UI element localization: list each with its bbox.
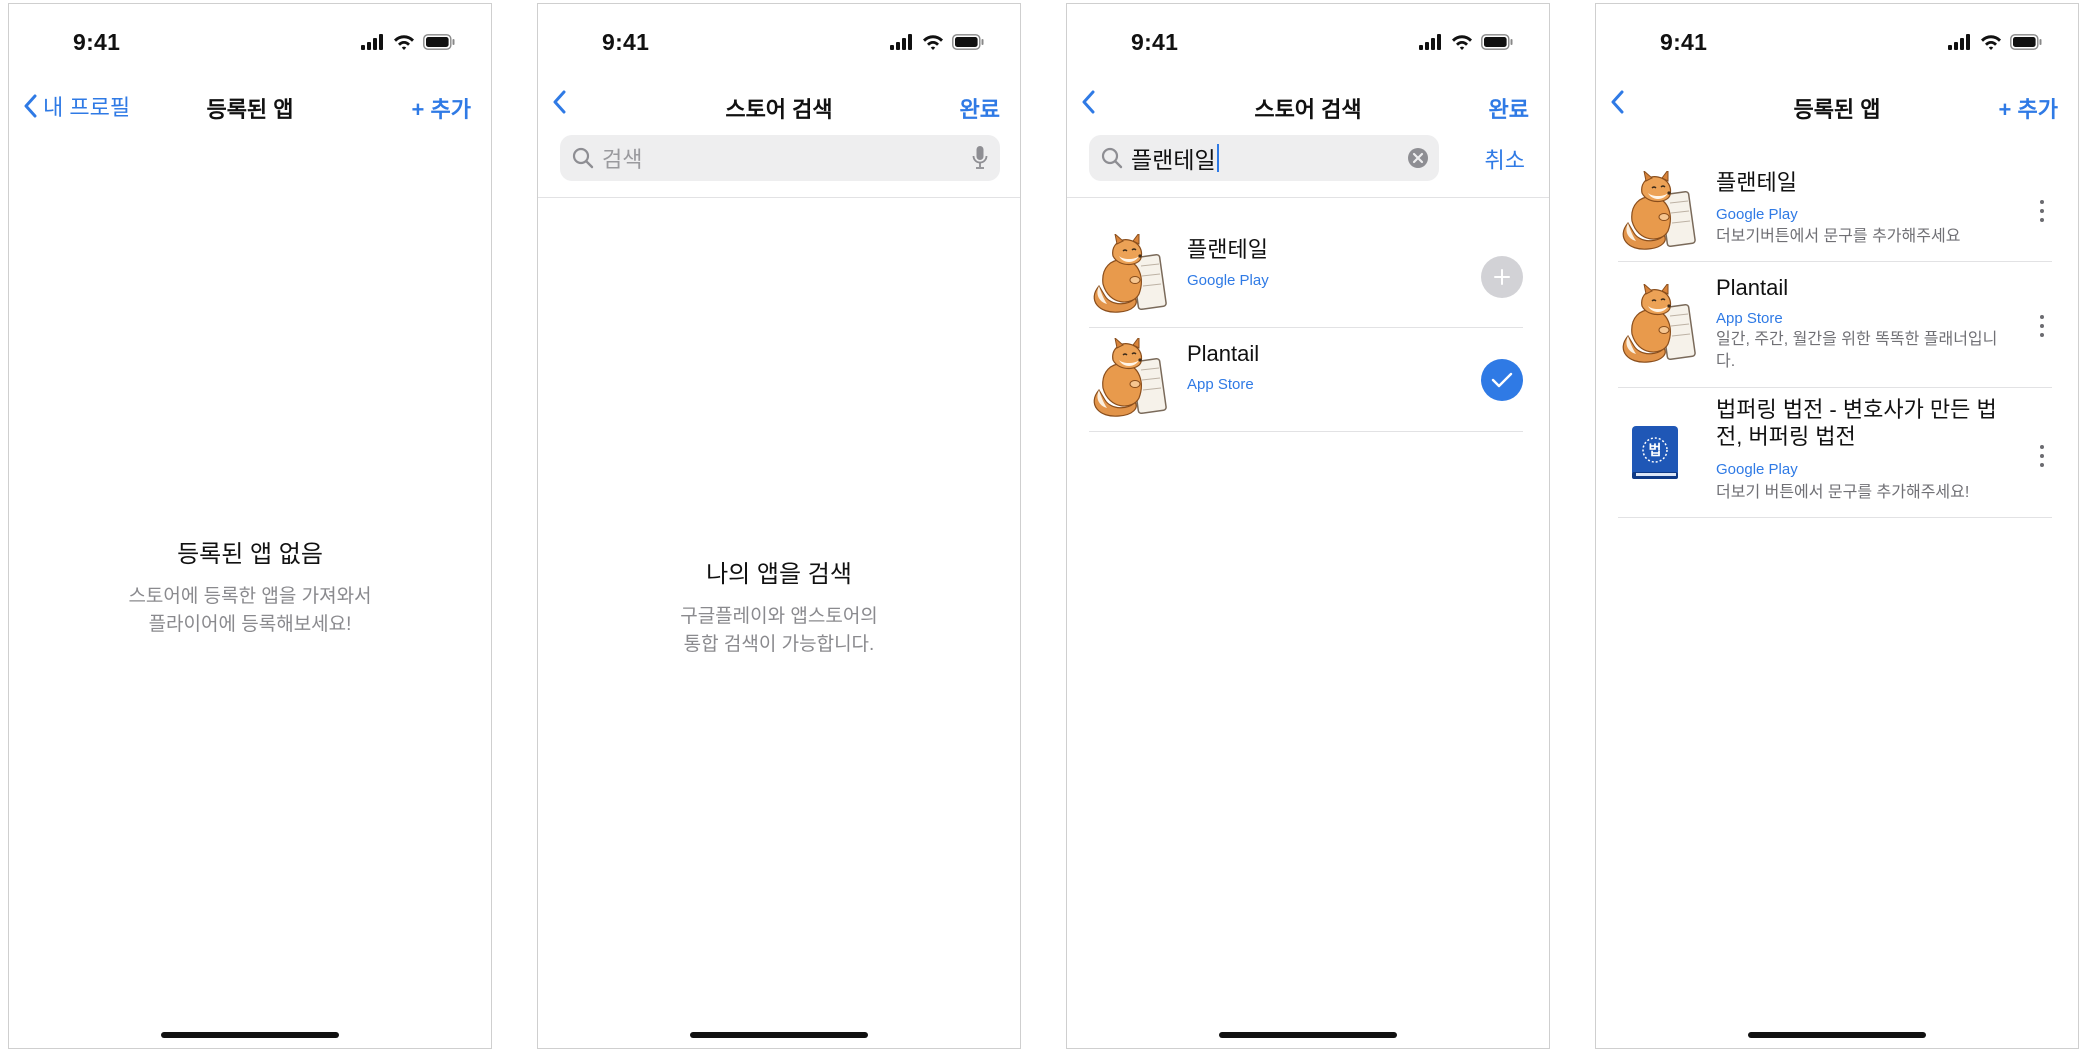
store-label: App Store	[1716, 310, 1783, 327]
registered-app-row[interactable]: 플랜테일 Google Play 더보기버튼에서 문구를 추가해주세요	[1618, 159, 2052, 262]
app-description: 더보기버튼에서 문구를 추가해주세요	[1716, 228, 1961, 245]
cellular-signal-icon	[361, 34, 383, 50]
status-bar: 9:41	[538, 4, 1020, 84]
done-button[interactable]: 완료	[960, 92, 1000, 124]
search-input[interactable]: 검색	[560, 135, 1000, 181]
app-description: 더보기 버튼에서 문구를 추가해주세요!	[1716, 484, 1970, 501]
store-label: Google Play	[1716, 461, 1798, 478]
status-time: 9:41	[602, 29, 650, 55]
app-name: 플랜테일	[1716, 170, 1797, 195]
empty-state-description: 구글플레이와 앱스토어의 통합 검색이 가능합니다.	[680, 606, 878, 655]
app-name: 법퍼링 법전 - 변호사가 만든 법전, 버퍼링 법전	[1716, 397, 1997, 449]
law-book-icon: 법	[1618, 414, 1698, 494]
text-cursor	[1216, 144, 1219, 172]
cellular-signal-icon	[1419, 34, 1441, 50]
add-app-button[interactable]: + 추가	[412, 92, 471, 124]
status-bar: 9:41	[1067, 4, 1549, 84]
row-divider	[1618, 516, 2052, 518]
wifi-icon	[1452, 35, 1472, 50]
fox-notebook-icon	[1093, 234, 1168, 313]
cellular-signal-icon	[890, 34, 912, 50]
status-bar: 9:41	[1596, 4, 2078, 84]
status-time: 9:41	[73, 29, 121, 55]
row-divider	[1089, 430, 1523, 432]
battery-icon	[2010, 34, 2042, 50]
screen-store-search-results: 9:41 스토어 검색 완료 플랜테일 취소 플랜테일 Google Play …	[1066, 3, 1550, 1049]
app-description: 일간, 주간, 월간을 위한 똑똑한 플래너입니다.	[1716, 331, 1998, 370]
empty-state: 등록된 앱 없음 스토어에 등록한 앱을 가져와서 플라이어에 등록해보세요!	[9, 534, 491, 639]
microphone-icon[interactable]	[972, 145, 988, 171]
add-app-button[interactable]	[1481, 256, 1523, 298]
screen-registered-apps-list: 9:41 등록된 앱 + 추가 플랜테일 Google Play 더보기버튼에서…	[1595, 3, 2079, 1049]
wifi-icon	[1981, 35, 2001, 50]
empty-state-description: 스토어에 등록한 앱을 가져와서 플라이어에 등록해보세요!	[128, 586, 372, 635]
search-result-row[interactable]: Plantail App Store	[1089, 328, 1523, 432]
home-indicator	[161, 1032, 339, 1038]
app-name: 플랜테일	[1187, 237, 1268, 262]
store-label: App Store	[1187, 376, 1254, 393]
wifi-icon	[394, 35, 414, 50]
battery-icon	[1481, 34, 1513, 50]
fox-notebook-icon	[1622, 171, 1697, 250]
nav-bar: 내 프로필 등록된 앱 + 추가	[9, 84, 491, 146]
cancel-button[interactable]: 취소	[1485, 143, 1525, 175]
empty-state-title: 등록된 앱 없음	[177, 541, 323, 568]
add-app-button[interactable]: + 추가	[1999, 92, 2058, 124]
done-button[interactable]: 완료	[1489, 92, 1529, 124]
store-label: Google Play	[1716, 206, 1798, 223]
home-indicator	[690, 1032, 868, 1038]
plus-icon	[1494, 269, 1510, 285]
more-options-icon[interactable]	[2032, 312, 2052, 340]
fox-notebook-icon	[1093, 338, 1168, 417]
divider	[1067, 197, 1549, 198]
search-icon	[572, 147, 594, 169]
divider	[538, 197, 1020, 198]
registered-app-row[interactable]: Plantail App Store 일간, 주간, 월간을 위한 똑똑한 플래…	[1618, 262, 2052, 388]
nav-bar: 등록된 앱 + 추가	[1596, 84, 2078, 146]
empty-state-title: 나의 앱을 검색	[706, 561, 852, 588]
store-label: Google Play	[1187, 272, 1269, 289]
more-options-icon[interactable]	[2032, 197, 2052, 225]
wifi-icon	[923, 35, 943, 50]
app-name: Plantail	[1716, 275, 1789, 300]
home-indicator	[1219, 1032, 1397, 1038]
more-options-icon[interactable]	[2032, 442, 2052, 470]
screen-store-search-empty: 9:41 스토어 검색 완료 검색 나의 앱을 검색 구글플레이와 앱스토어의 …	[537, 3, 1021, 1049]
battery-icon	[952, 34, 984, 50]
search-icon	[1101, 147, 1123, 169]
registered-app-row[interactable]: 법 법퍼링 법전 - 변호사가 만든 법전, 버퍼링 법전 Google Pla…	[1618, 388, 2052, 518]
status-time: 9:41	[1660, 29, 1708, 55]
search-placeholder: 검색	[602, 147, 643, 172]
cellular-signal-icon	[1948, 34, 1970, 50]
status-time: 9:41	[1131, 29, 1179, 55]
clear-search-icon[interactable]	[1407, 147, 1429, 169]
checkmark-icon	[1491, 372, 1513, 388]
fox-notebook-icon	[1622, 284, 1697, 363]
app-name: Plantail	[1187, 341, 1260, 366]
page-title: 스토어 검색	[725, 97, 833, 122]
empty-state: 나의 앱을 검색 구글플레이와 앱스토어의 통합 검색이 가능합니다.	[538, 554, 1020, 659]
page-title: 스토어 검색	[1254, 97, 1362, 122]
status-bar: 9:41	[9, 4, 491, 84]
screen-registered-apps-empty: 9:41 내 프로필 등록된 앱 + 추가 등록된 앱 없음 스토어에 등록한 …	[8, 3, 492, 1049]
home-indicator	[1748, 1032, 1926, 1038]
battery-icon	[423, 34, 455, 50]
search-input[interactable]: 플랜테일	[1089, 135, 1439, 181]
selected-checkmark-button[interactable]	[1481, 359, 1523, 401]
search-query: 플랜테일	[1131, 147, 1216, 173]
search-result-row[interactable]: 플랜테일 Google Play	[1089, 224, 1523, 328]
